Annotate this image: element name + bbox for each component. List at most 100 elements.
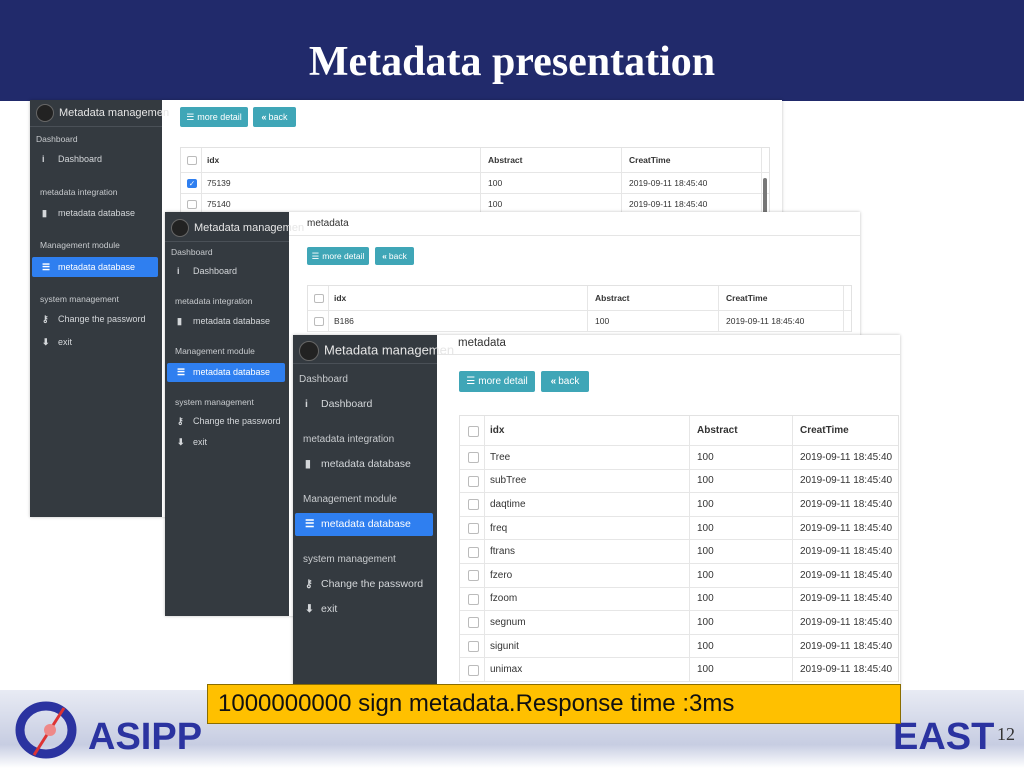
table-row[interactable]: freq 100 2019-09-11 18:45:40 <box>460 517 898 541</box>
page-number: 12 <box>997 724 1015 744</box>
arrow-down-icon: ⬇ <box>177 437 185 447</box>
sidebar-brand: Metadata managemen <box>171 219 304 237</box>
table-row[interactable]: daqtime 100 2019-09-11 18:45:40 <box>460 493 898 517</box>
sidebar: Metadata managemen Dashboard i Dashboard met… <box>30 100 169 517</box>
cell-idx: segnum <box>490 616 526 628</box>
sidebar-item-dashboard[interactable]: i Dashboard <box>42 154 102 164</box>
row-checkbox[interactable] <box>187 199 197 210</box>
button-label: back <box>388 251 407 261</box>
column-divider <box>761 148 762 214</box>
row-checkbox[interactable] <box>467 664 479 676</box>
list-icon: ☰ <box>186 111 195 122</box>
sidebar-group-label: metadata integration <box>175 296 253 306</box>
select-all-checkbox[interactable] <box>187 155 197 166</box>
more-detail-button[interactable]: ☰ more detail <box>307 247 369 265</box>
brand-label: Metadata managemen <box>59 106 170 119</box>
brand-label: Metadata managemen <box>324 342 455 358</box>
arrow-down-icon: ⬇ <box>42 337 50 347</box>
sidebar-item-metadata-database[interactable]: ▮ metadata database <box>305 458 411 470</box>
sidebar-item-change-the-password[interactable]: ⚷ Change the password <box>42 314 146 325</box>
table-row[interactable]: unimax 100 2019-09-11 18:45:40 <box>460 658 898 682</box>
sidebar-item-metadata-database[interactable]: ▮ metadata database <box>177 316 270 327</box>
sidebar-item-dashboard[interactable]: i Dashboard <box>305 398 372 410</box>
row-checkbox[interactable] <box>467 617 479 629</box>
metadata-table: idx Abstract CreatTime ✓ 75139 100 2019-09-11 … <box>180 147 770 218</box>
back-button[interactable]: «back <box>375 247 414 265</box>
sidebar-item-exit[interactable]: ⬇ exit <box>177 437 207 448</box>
select-all-checkbox[interactable] <box>467 425 479 437</box>
column-header-idx: idx <box>490 425 505 436</box>
cell-time: 2019-09-11 18:45:40 <box>800 593 893 605</box>
table-row[interactable]: fzero 100 2019-09-11 18:45:40 <box>460 564 898 588</box>
row-checkbox[interactable] <box>467 641 479 653</box>
sidebar: Metadata managemen Dashboard i Dashboard met… <box>165 212 304 616</box>
sidebar-group-label: Management module <box>175 346 255 356</box>
sidebar-item-metadata-database[interactable]: ▮ metadata database <box>42 208 135 219</box>
row-checkbox[interactable] <box>467 570 479 582</box>
key-icon: ⚷ <box>42 314 49 324</box>
cell-abstract: 100 <box>697 475 714 487</box>
response-time-banner: 1000000000 sign metadata.Response time :… <box>207 684 901 724</box>
app-logo-icon <box>299 341 319 361</box>
table-row[interactable]: ✓ 75139 100 2019-09-11 18:45:40 <box>181 173 769 194</box>
column-divider <box>843 286 844 331</box>
sidebar-item-label: exit <box>193 437 208 447</box>
sidebar-divider <box>30 126 162 127</box>
sidebar-item-dashboard[interactable]: i Dashboard <box>177 266 237 276</box>
table-row[interactable]: ftrans 100 2019-09-11 18:45:40 <box>460 540 898 564</box>
sidebar-item-label: Change the password <box>193 416 281 426</box>
sidebar-item-label: Dashboard <box>193 266 238 276</box>
table-row[interactable]: Tree 100 2019-09-11 18:45:40 <box>460 446 898 470</box>
row-checkbox[interactable] <box>467 593 479 605</box>
select-all-checkbox[interactable] <box>314 293 324 304</box>
sidebar-item-change-the-password[interactable]: ⚷ Change the password <box>177 416 281 427</box>
sidebar-item-metadata-database[interactable]: ☰ metadata database <box>295 512 433 536</box>
column-divider <box>718 286 719 331</box>
title-divider <box>437 354 900 355</box>
row-checkbox[interactable] <box>467 546 479 558</box>
row-checkbox[interactable] <box>467 523 479 535</box>
row-checkbox[interactable] <box>467 475 479 487</box>
cell-idx: B186 <box>334 316 354 326</box>
sidebar-item-exit[interactable]: ⬇ exit <box>42 337 72 348</box>
table-row[interactable]: B186 100 2019-09-11 18:45:40 <box>308 311 851 332</box>
cell-idx: freq <box>490 522 508 534</box>
table-row[interactable]: subTree 100 2019-09-11 18:45:40 <box>460 470 898 494</box>
sidebar-item-change-the-password[interactable]: ⚷ Change the password <box>305 578 423 590</box>
row-checkbox[interactable] <box>467 452 479 464</box>
column-header-idx: idx <box>334 293 347 303</box>
table-row[interactable]: sigunit 100 2019-09-11 18:45:40 <box>460 635 898 659</box>
sidebar-brand: Metadata managemen <box>299 341 454 361</box>
double-chevron-left-icon: « <box>382 251 387 261</box>
row-checkbox[interactable] <box>314 316 324 327</box>
cell-abstract: 100 <box>697 522 714 534</box>
cell-abstract: 100 <box>697 546 714 558</box>
asipp-logo-icon <box>15 701 77 759</box>
brand-label: Metadata managemen <box>194 221 305 234</box>
sidebar-item-metadata-database[interactable]: ☰ metadata database <box>167 362 285 382</box>
sidebar-item-label: Dashboard <box>321 398 373 410</box>
asipp-logo: ASIPP <box>88 716 203 758</box>
page-title: metadata <box>307 218 349 229</box>
row-checkbox[interactable] <box>467 499 479 511</box>
sidebar-item-label: metadata database <box>321 458 411 470</box>
column-header-creattime: CreatTime <box>726 293 768 303</box>
table-row[interactable]: segnum 100 2019-09-11 18:45:40 <box>460 611 898 635</box>
cell-time: 2019-09-11 18:45:40 <box>800 498 893 510</box>
back-button[interactable]: «back <box>253 107 296 127</box>
column-divider <box>480 148 481 214</box>
list-icon: ☰ <box>311 250 320 261</box>
sidebar-item-exit[interactable]: ⬇ exit <box>305 603 337 615</box>
row-checkbox[interactable]: ✓ <box>187 178 197 189</box>
column-divider <box>201 148 202 214</box>
cell-time: 2019-09-11 18:45:40 <box>800 664 893 676</box>
page-title: metadata <box>458 337 506 349</box>
table-row[interactable]: fzoom 100 2019-09-11 18:45:40 <box>460 588 898 612</box>
more-detail-button[interactable]: ☰ more detail <box>180 107 248 127</box>
sidebar-item-metadata-database[interactable]: ☰ metadata database <box>32 257 158 277</box>
sidebar-item-label: metadata database <box>58 262 136 272</box>
sidebar-item-label: metadata database <box>193 316 271 326</box>
back-button[interactable]: «back <box>541 371 589 392</box>
more-detail-button[interactable]: ☰ more detail <box>459 371 535 392</box>
sidebar-item-label: Change the password <box>321 578 424 590</box>
